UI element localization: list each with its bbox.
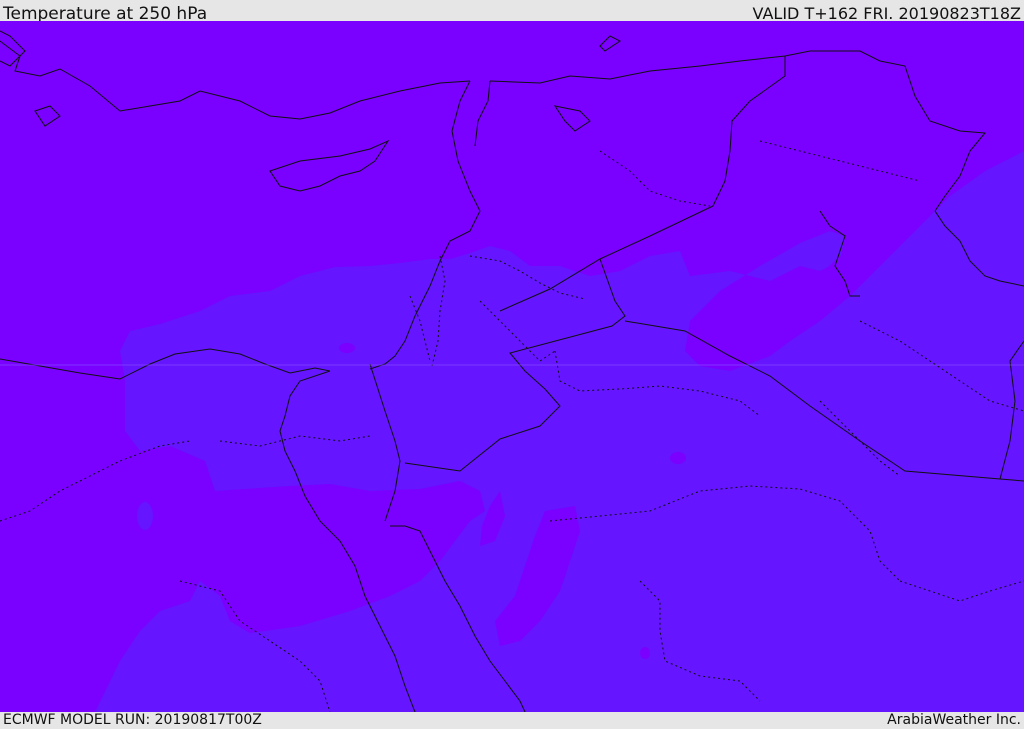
warm-spot — [339, 343, 355, 353]
warm-spot — [640, 647, 650, 659]
credit-label: ArabiaWeather Inc. — [887, 712, 1021, 728]
footer-bar: ECMWF MODEL RUN: 20190817T00Z ArabiaWeat… — [0, 712, 1024, 729]
warm-spot — [670, 452, 686, 464]
model-run-label: ECMWF MODEL RUN: 20190817T00Z — [3, 712, 262, 728]
header-bar: Temperature at 250 hPa VALID T+162 FRI. … — [0, 0, 1024, 24]
map-panel[interactable] — [0, 21, 1024, 712]
cool-spot — [137, 502, 153, 530]
temperature-map — [0, 21, 1024, 712]
